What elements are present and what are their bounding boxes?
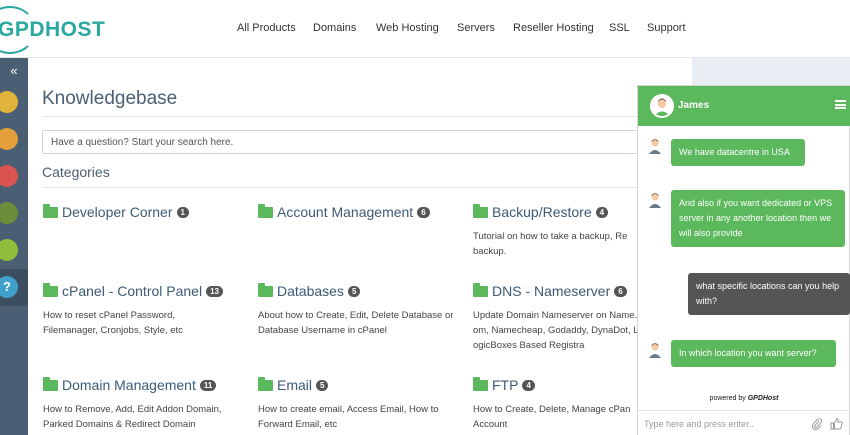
divider: [42, 187, 682, 188]
category-link[interactable]: Account Management 6: [258, 203, 458, 223]
money-icon: [0, 239, 18, 261]
category-link[interactable]: Developer Corner 1: [43, 203, 243, 223]
categories-heading: Categories: [42, 164, 110, 180]
sidebar-item-services[interactable]: [0, 121, 28, 158]
article-count-badge: 13: [206, 286, 223, 297]
category-description: How to Remove, Add, Edit Addon Domain, P…: [43, 404, 222, 430]
category-description: Update Domain Nameserver on Name.com, Na…: [473, 310, 642, 351]
folder-icon: [473, 377, 488, 391]
chat-input-bar: [638, 410, 850, 435]
folder-icon: [43, 377, 58, 391]
folder-icon: [258, 377, 273, 391]
sidebar-item-billing[interactable]: [0, 232, 28, 269]
agent-avatar-icon: [649, 193, 661, 208]
category-link[interactable]: Databases 5: [258, 282, 458, 302]
category-name: Backup/Restore: [492, 204, 592, 220]
category-name: Developer Corner: [62, 204, 173, 220]
main-menu: All Products Domains Web Hosting Servers…: [0, 22, 850, 38]
category-description: Tutorial on how to take a backup, Re bac…: [473, 231, 628, 257]
category-account-management: Account Management 6: [258, 203, 458, 223]
powered-by-brand[interactable]: GPDHost: [748, 395, 779, 402]
hamburger-menu-icon[interactable]: [835, 100, 846, 109]
home-icon: [0, 91, 18, 113]
article-count-badge: 6: [417, 207, 430, 218]
nav-reseller-hosting[interactable]: Reseller Hosting: [513, 22, 594, 34]
category-name: FTP: [492, 377, 519, 393]
agent-avatar-icon: [649, 343, 661, 358]
thumbs-up-icon[interactable]: [830, 417, 843, 430]
category-cpanel: cPanel - Control Panel 13 How to reset cP…: [43, 282, 243, 336]
agent-avatar-icon: [649, 139, 661, 154]
powered-by-prefix: powered by: [709, 395, 746, 402]
article-count-badge: 6: [614, 286, 627, 297]
category-name: Account Management: [277, 204, 414, 220]
agent-avatar: [650, 94, 674, 118]
chat-header[interactable]: James: [638, 86, 850, 126]
sidebar-item-mail[interactable]: [0, 158, 28, 195]
folder-icon: [473, 204, 488, 218]
article-count-badge: 5: [316, 380, 329, 391]
page-title: Knowledgebase: [42, 88, 178, 109]
category-developer-corner: Developer Corner 1: [43, 203, 243, 223]
category-description: About how to Create, Edit, Delete Databa…: [258, 310, 454, 336]
nav-domains[interactable]: Domains: [313, 22, 356, 34]
folder-icon: [473, 283, 488, 297]
nav-web-hosting[interactable]: Web Hosting: [376, 22, 439, 34]
folder-icon: [258, 204, 273, 218]
live-chat-widget: James We have datacentre in USA And also…: [637, 85, 850, 435]
folder-icon: [43, 204, 58, 218]
chat-message-agent: We have datacentre in USA: [671, 139, 805, 166]
nav-servers[interactable]: Servers: [457, 22, 495, 34]
category-name: DNS - Nameserver: [492, 283, 611, 299]
category-link[interactable]: Domain Management 11: [43, 376, 243, 396]
powered-by: powered by GPDHost: [638, 395, 850, 402]
monitor-icon: [0, 128, 18, 150]
sidebar-collapse-button[interactable]: «: [0, 58, 28, 84]
category-description: How to reset cPanel Password, Filemanage…: [43, 310, 183, 336]
chat-message-input[interactable]: [644, 417, 804, 431]
article-count-badge: 4: [522, 380, 535, 391]
category-email: Email 5 How to create email, Access Email…: [258, 376, 458, 430]
divider: [42, 116, 682, 117]
paperclip-icon[interactable]: [811, 418, 823, 430]
category-link[interactable]: cPanel - Control Panel 13: [43, 282, 243, 302]
article-count-badge: 5: [347, 286, 361, 297]
left-sidebar: « ?: [0, 58, 28, 435]
chat-message-agent: In which location you want server?: [671, 340, 836, 367]
sidebar-item-order[interactable]: [0, 195, 28, 232]
nav-all-products[interactable]: All Products: [237, 22, 296, 34]
article-count-badge: 11: [199, 380, 217, 391]
kb-search-input[interactable]: [42, 130, 692, 154]
category-domain-management: Domain Management 11 How to Remove, Add, …: [43, 376, 243, 430]
folder-icon: [43, 283, 58, 297]
category-databases: Databases 5 About how to Create, Edit, De…: [258, 282, 458, 336]
chat-message-user: what specific locations can you help wit…: [688, 273, 850, 315]
category-name: Domain Management: [62, 377, 196, 393]
category-name: Databases: [277, 283, 344, 299]
sidebar-item-home[interactable]: [0, 84, 28, 121]
user-avatar-icon: [654, 98, 670, 116]
article-count-badge: 4: [595, 207, 609, 218]
article-count-badge: 1: [176, 207, 189, 218]
nav-support[interactable]: Support: [647, 22, 686, 34]
top-navbar: GPDHOST All Products Domains Web Hosting…: [0, 0, 850, 58]
category-link[interactable]: Email 5: [258, 376, 458, 396]
sidebar-item-help[interactable]: ?: [0, 269, 28, 306]
category-description: How to Create, Delete, Manage cPan Accou…: [473, 404, 631, 430]
folder-icon: [258, 283, 273, 297]
cart-icon: [0, 202, 18, 224]
chat-message-agent: And also if you want dedicated or VPS se…: [671, 190, 845, 247]
help-icon: ?: [0, 276, 18, 298]
category-name: Email: [277, 377, 313, 393]
main-content: Knowledgebase Categories Developer Corne…: [28, 58, 692, 435]
mail-icon: [0, 165, 18, 187]
category-name: cPanel - Control Panel: [62, 283, 203, 299]
nav-ssl[interactable]: SSL: [609, 22, 630, 34]
category-description: How to create email, Access Email, How t…: [258, 404, 439, 430]
agent-name: James: [678, 100, 710, 111]
